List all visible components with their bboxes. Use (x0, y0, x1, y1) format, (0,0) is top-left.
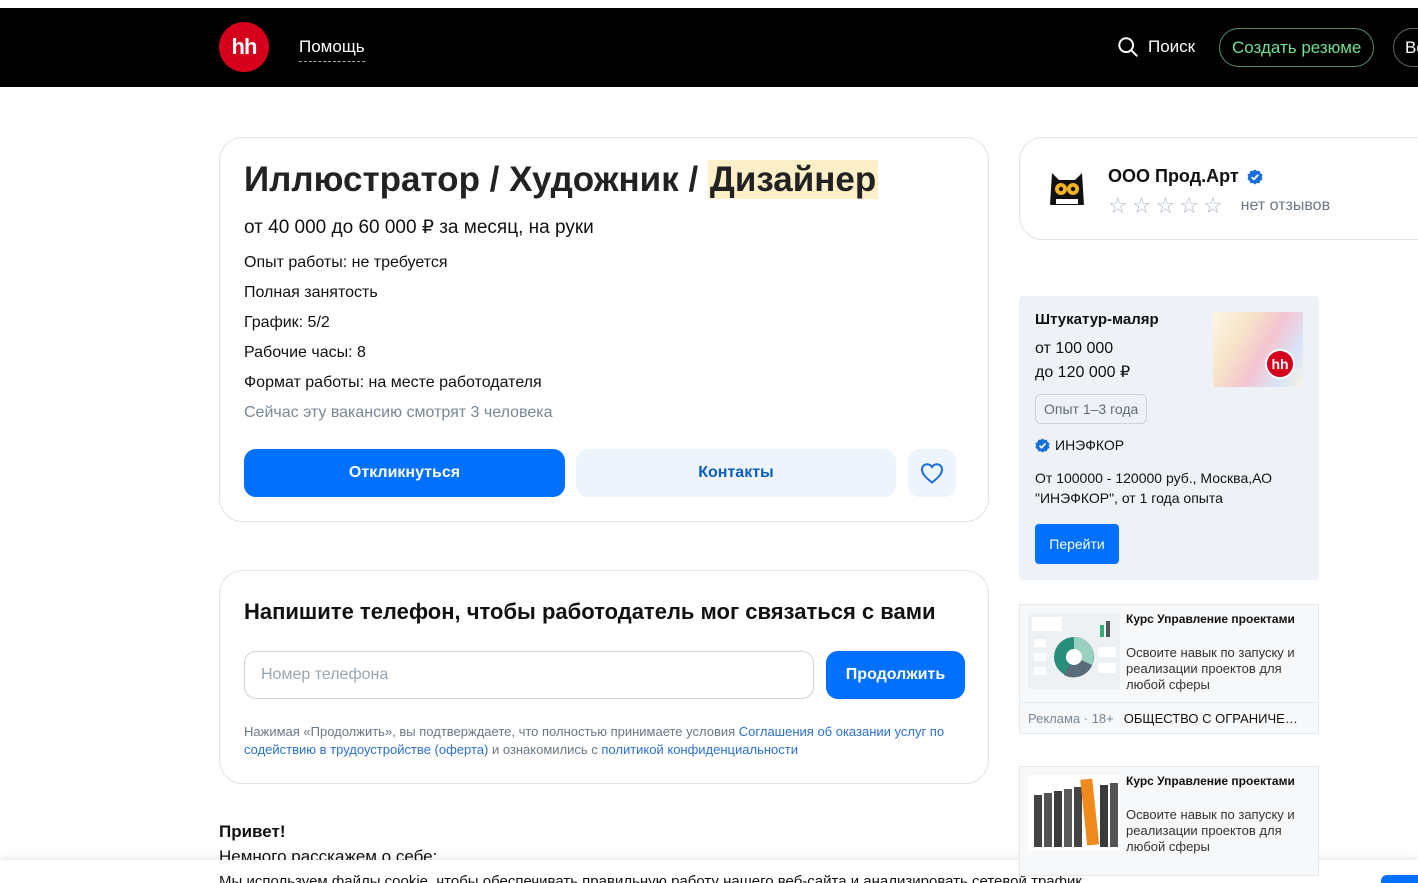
privacy-link[interactable]: политикой конфиденциальности (601, 742, 798, 757)
employer-card[interactable]: ООО Прод.Арт ☆ ☆ ☆ ☆ ☆ нет отзывов (1019, 137, 1418, 240)
employer-logo[interactable] (1042, 161, 1092, 211)
vacancy-salary: от 40 000 до 60 000 ₽ за месяц, на руки (244, 217, 594, 238)
cat-logo-icon (1050, 173, 1084, 205)
ad-vacancy-experience-tag: Опыт 1–3 года (1035, 394, 1148, 424)
ad-vacancy-image: hh (1213, 312, 1303, 387)
cookie-accept-button[interactable] (1381, 875, 1418, 883)
star-icon: ☆ (1108, 193, 1128, 218)
hh-logo[interactable]: hh (219, 22, 269, 72)
site-header: hh Помощь Поиск Создать резюме Во (0, 8, 1418, 87)
search-button[interactable]: Поиск (1117, 36, 1195, 58)
star-icon: ☆ (1131, 193, 1152, 218)
ad-label: Реклама · 18+ (1028, 711, 1114, 726)
search-label: Поиск (1148, 37, 1196, 56)
phone-form-title: Напишите телефон, чтобы работодатель мог… (244, 599, 936, 624)
ad-course-title[interactable]: Курс Управление проектами (1126, 775, 1312, 787)
experience-info: Опыт работы: не требуется (244, 254, 448, 271)
ad-binders-image (1028, 775, 1120, 851)
ad-course-title[interactable]: Курс Управление проектами (1126, 613, 1312, 625)
employment-info: Полная занятость (244, 284, 378, 301)
ad-course-card[interactable]: Курс Управление проектами Освоите навык … (1019, 604, 1319, 734)
binders-icon (1028, 775, 1120, 851)
schedule-info: График: 5/2 (244, 314, 330, 331)
ad-vacancy-card[interactable]: Штукатур-маляр от 100 000 до 120 000 ₽ h… (1019, 296, 1319, 580)
employer-name[interactable]: ООО Прод.Арт (1108, 166, 1263, 187)
ad-course-description: Освоите навык по запуску и реализации пр… (1126, 645, 1295, 692)
viewers-count: Сейчас эту вакансию смотрят 3 человека (244, 404, 553, 421)
title-highlight: Дизайнер (707, 160, 879, 199)
ad-course-description: Освоите навык по запуску и реализации пр… (1126, 807, 1295, 854)
ad-go-button[interactable]: Перейти (1035, 524, 1119, 564)
ad-course-card[interactable]: Курс Управление проектами Освоите навык … (1019, 766, 1319, 876)
ad-vacancy-salary-from: от 100 000 (1035, 340, 1114, 357)
ad-vacancy-company: ИНЭФКОР (1035, 437, 1124, 453)
phone-input[interactable]: Номер телефона (244, 651, 814, 699)
cookie-text: Мы используем файлы cookie, чтобы обеспе… (219, 873, 1082, 883)
ad-vacancy-title[interactable]: Штукатур-маляр (1035, 311, 1159, 328)
reviews-count[interactable]: нет отзывов (1241, 197, 1330, 215)
favorite-button[interactable] (908, 449, 956, 497)
star-icon: ☆ (1202, 193, 1223, 218)
continue-button[interactable]: Продолжить (826, 651, 965, 699)
dashboard-chart-icon (1028, 613, 1120, 689)
description-greeting: Привет! (219, 822, 286, 841)
search-icon (1118, 37, 1138, 57)
contacts-button[interactable]: Контакты (576, 449, 896, 497)
heart-icon (920, 463, 944, 484)
apply-button[interactable]: Откликнуться (244, 449, 565, 497)
top-strip (0, 0, 1418, 8)
create-resume-button[interactable]: Создать резюме (1219, 28, 1375, 67)
help-link[interactable]: Помощь (299, 37, 365, 62)
vacancy-card: Иллюстратор / Художник / Дизайнер от 40 … (219, 137, 989, 522)
star-icon: ☆ (1179, 193, 1199, 218)
work-format-info: Формат работы: на месте работодателя (244, 374, 542, 391)
ad-vacancy-salary-to: до 120 000 ₽ (1035, 364, 1131, 381)
login-button[interactable]: Во (1393, 28, 1418, 67)
ad-footer: Реклама · 18+ ОБЩЕСТВО С ОГРАНИЧЕННОЙ ОТ… (1020, 702, 1318, 734)
star-icon: ☆ (1155, 193, 1176, 218)
hh-badge-icon: hh (1265, 349, 1295, 379)
legal-text: Нажимая «Продолжить», вы подтверждаете, … (244, 724, 945, 757)
phone-form-card: Напишите телефон, чтобы работодатель мог… (219, 570, 989, 784)
ad-dashboard-image (1028, 613, 1120, 689)
vacancy-title: Иллюстратор / Художник / Дизайнер (244, 160, 879, 199)
employer-rating: ☆ ☆ ☆ ☆ ☆ нет отзывов (1108, 195, 1330, 217)
hours-info: Рабочие часы: 8 (244, 344, 366, 361)
verified-icon (1247, 169, 1263, 184)
verified-icon (1035, 437, 1050, 453)
ad-vacancy-description: От 100000 - 120000 руб., Москва,АО "ИНЭФ… (1035, 470, 1273, 506)
ad-advertiser: ОБЩЕСТВО С ОГРАНИЧЕННОЙ ОТВЕТСТВЕННОСТЬЮ (1123, 711, 1304, 726)
